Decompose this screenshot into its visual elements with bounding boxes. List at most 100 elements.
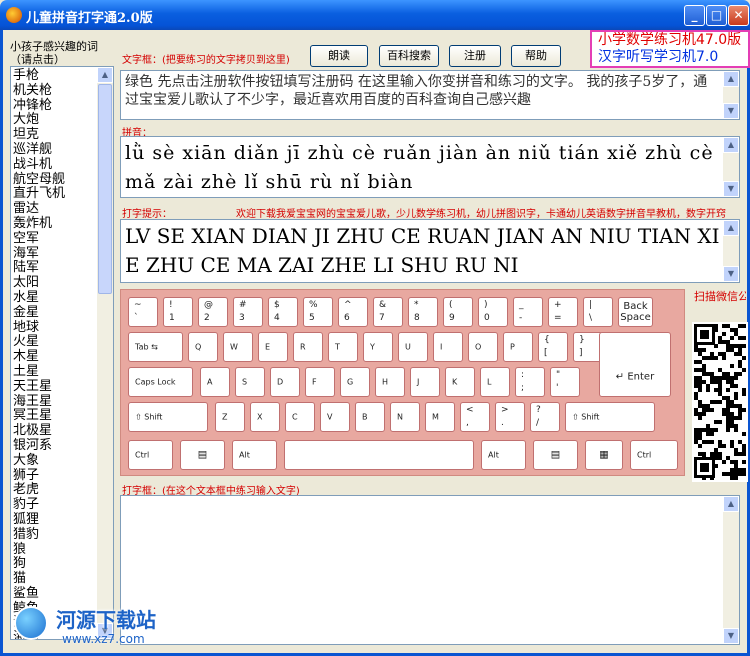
key-alt-right[interactable]: Alt xyxy=(481,440,526,470)
scroll-down-icon[interactable]: ▼ xyxy=(723,628,739,644)
word-list-item[interactable]: 天王星 xyxy=(13,379,97,395)
word-list-item[interactable]: 豹子 xyxy=(13,497,97,513)
key-c[interactable]: C xyxy=(285,402,315,432)
word-list-item[interactable]: 水星 xyxy=(13,290,97,306)
key-z[interactable]: Z xyxy=(215,402,245,432)
key-n[interactable]: N xyxy=(390,402,420,432)
scroll-up-icon[interactable]: ▲ xyxy=(723,71,739,87)
key-windows-left[interactable]: ▤ xyxy=(180,440,225,470)
key-9[interactable]: (9 xyxy=(443,297,473,327)
key-v[interactable]: V xyxy=(320,402,350,432)
key-l[interactable]: L xyxy=(480,367,510,397)
word-list-item[interactable]: 金星 xyxy=(13,305,97,321)
word-list-scrollbar[interactable]: ▲ ▼ xyxy=(97,67,113,639)
key-3[interactable]: #3 xyxy=(233,297,263,327)
key-caps-lock[interactable]: Caps Lock xyxy=(128,367,193,397)
register-button[interactable]: 注册 xyxy=(449,45,501,67)
key-shift-left[interactable]: ⇧ Shift xyxy=(128,402,208,432)
hint-scrollbar[interactable]: ▲ ▼ xyxy=(723,220,739,282)
read-aloud-button[interactable]: 朗读 xyxy=(310,45,368,67)
key-space[interactable] xyxy=(284,440,474,470)
key-windows-right[interactable]: ▤ xyxy=(533,440,578,470)
key-h[interactable]: H xyxy=(375,367,405,397)
key-t[interactable]: T xyxy=(328,332,358,362)
word-list-item[interactable]: 狮子 xyxy=(13,468,97,484)
key-0[interactable]: ) 0 xyxy=(478,297,508,327)
key-x[interactable]: X xyxy=(250,402,280,432)
key-f[interactable]: F xyxy=(305,367,335,397)
word-list-item[interactable]: 猎豹 xyxy=(13,527,97,543)
scroll-up-icon[interactable]: ▲ xyxy=(723,220,739,236)
key-shift-right[interactable]: ⇧ Shift xyxy=(565,402,655,432)
key-p[interactable]: P xyxy=(503,332,533,362)
word-list[interactable]: 手枪 机关枪 冲锋枪 大炮 坦克 巡洋舰 战斗机 航空母舰 直升飞机 雷达 轰炸机 空军 海军 陆军 太阳水… xyxy=(10,66,114,640)
key-punct[interactable]: <, xyxy=(460,402,490,432)
typing-input-scrollbar[interactable]: ▲ ▼ xyxy=(723,496,739,644)
key-punct[interactable]: :; xyxy=(515,367,545,397)
word-list-item[interactable]: 北极星 xyxy=(13,423,97,439)
key-`[interactable]: ~ ` xyxy=(128,297,158,327)
key-menu[interactable]: ▦ xyxy=(585,440,623,470)
key-6[interactable]: ^ 6 xyxy=(338,297,368,327)
word-list-item[interactable]: 老虎 xyxy=(13,483,97,498)
key-4[interactable]: $4 xyxy=(268,297,298,327)
key-m[interactable]: M xyxy=(425,402,455,432)
scroll-up-icon[interactable]: ▲ xyxy=(723,496,739,512)
word-list-item[interactable]: 狼 xyxy=(13,542,97,558)
key-tab[interactable]: Tab ⇆ xyxy=(128,332,183,362)
scroll-down-icon[interactable]: ▼ xyxy=(723,103,739,119)
key-backspace[interactable]: Back Space xyxy=(618,297,653,327)
word-list-item[interactable]: 冲锋枪 xyxy=(13,98,97,114)
key-enter[interactable]: ↵ Enter xyxy=(599,332,671,397)
scroll-down-icon[interactable]: ▼ xyxy=(723,266,739,282)
source-text-box[interactable]: 绿色 先点击注册软件按钮填写注册码 在这里输入你变拼音和练习的文字。 我的孩子5… xyxy=(120,70,740,120)
word-list-item[interactable]: 土星 xyxy=(13,364,97,380)
key-i[interactable]: I xyxy=(433,332,463,362)
word-list-item[interactable]: 海王星 xyxy=(13,394,97,410)
scroll-up-icon[interactable]: ▲ xyxy=(97,67,113,83)
encyclopedia-search-button[interactable]: 百科搜索 xyxy=(379,45,439,67)
key-alt-left[interactable]: Alt xyxy=(232,440,277,470)
word-list-item[interactable]: 火星 xyxy=(13,335,97,350)
minimize-button[interactable]: _ xyxy=(684,5,705,26)
key-u[interactable]: U xyxy=(398,332,428,362)
word-list-item[interactable]: 战斗机 xyxy=(13,157,97,173)
key-e[interactable]: E xyxy=(258,332,288,362)
word-list-item[interactable]: 地球 xyxy=(13,320,97,336)
key-o[interactable]: O xyxy=(468,332,498,362)
scroll-thumb[interactable] xyxy=(98,84,112,294)
word-list-item[interactable]: 空军 xyxy=(13,231,97,247)
key-2[interactable]: @2 xyxy=(198,297,228,327)
key-=[interactable]: + = xyxy=(548,297,578,327)
key-r[interactable]: R xyxy=(293,332,323,362)
word-list-item[interactable]: 直升飞机 xyxy=(13,187,97,202)
key-1[interactable]: ! 1 xyxy=(163,297,193,327)
word-list-item[interactable]: 狗 xyxy=(13,556,97,572)
word-list-item[interactable]: 巡洋舰 xyxy=(13,142,97,158)
source-text-scrollbar[interactable]: ▲ ▼ xyxy=(723,71,739,119)
key-5[interactable]: % 5 xyxy=(303,297,333,327)
key-punct[interactable]: ? / xyxy=(530,402,560,432)
key-b[interactable]: B xyxy=(355,402,385,432)
close-button[interactable]: ✕ xyxy=(728,5,749,26)
word-list-item[interactable]: 雷达 xyxy=(13,201,97,217)
word-list-item[interactable]: 大象 xyxy=(13,453,97,469)
key-d[interactable]: D xyxy=(270,367,300,397)
key-g[interactable]: G xyxy=(340,367,370,397)
key-8[interactable]: * 8 xyxy=(408,297,438,327)
key-\[interactable]: | \ xyxy=(583,297,613,327)
word-list-item[interactable]: 坦克 xyxy=(13,127,97,143)
key-7[interactable]: & 7 xyxy=(373,297,403,327)
promo-banner[interactable]: 小学数学练习机47.0版 汉字听写学习机7.0 xyxy=(590,30,750,68)
word-list-item[interactable]: 轰炸机 xyxy=(13,216,97,232)
word-list-item[interactable]: 木星 xyxy=(13,349,97,365)
typing-input[interactable]: ▲ ▼ xyxy=(120,495,740,645)
word-list-item[interactable]: 银河系 xyxy=(13,438,97,454)
maximize-button[interactable]: □ xyxy=(706,5,727,26)
word-list-item[interactable]: 太阳 xyxy=(13,275,97,291)
key-q[interactable]: Q xyxy=(188,332,218,362)
word-list-item[interactable]: 猫 xyxy=(13,571,97,587)
word-list-item[interactable]: 冥王星 xyxy=(13,409,97,424)
key-y[interactable]: Y xyxy=(363,332,393,362)
key-j[interactable]: J xyxy=(410,367,440,397)
